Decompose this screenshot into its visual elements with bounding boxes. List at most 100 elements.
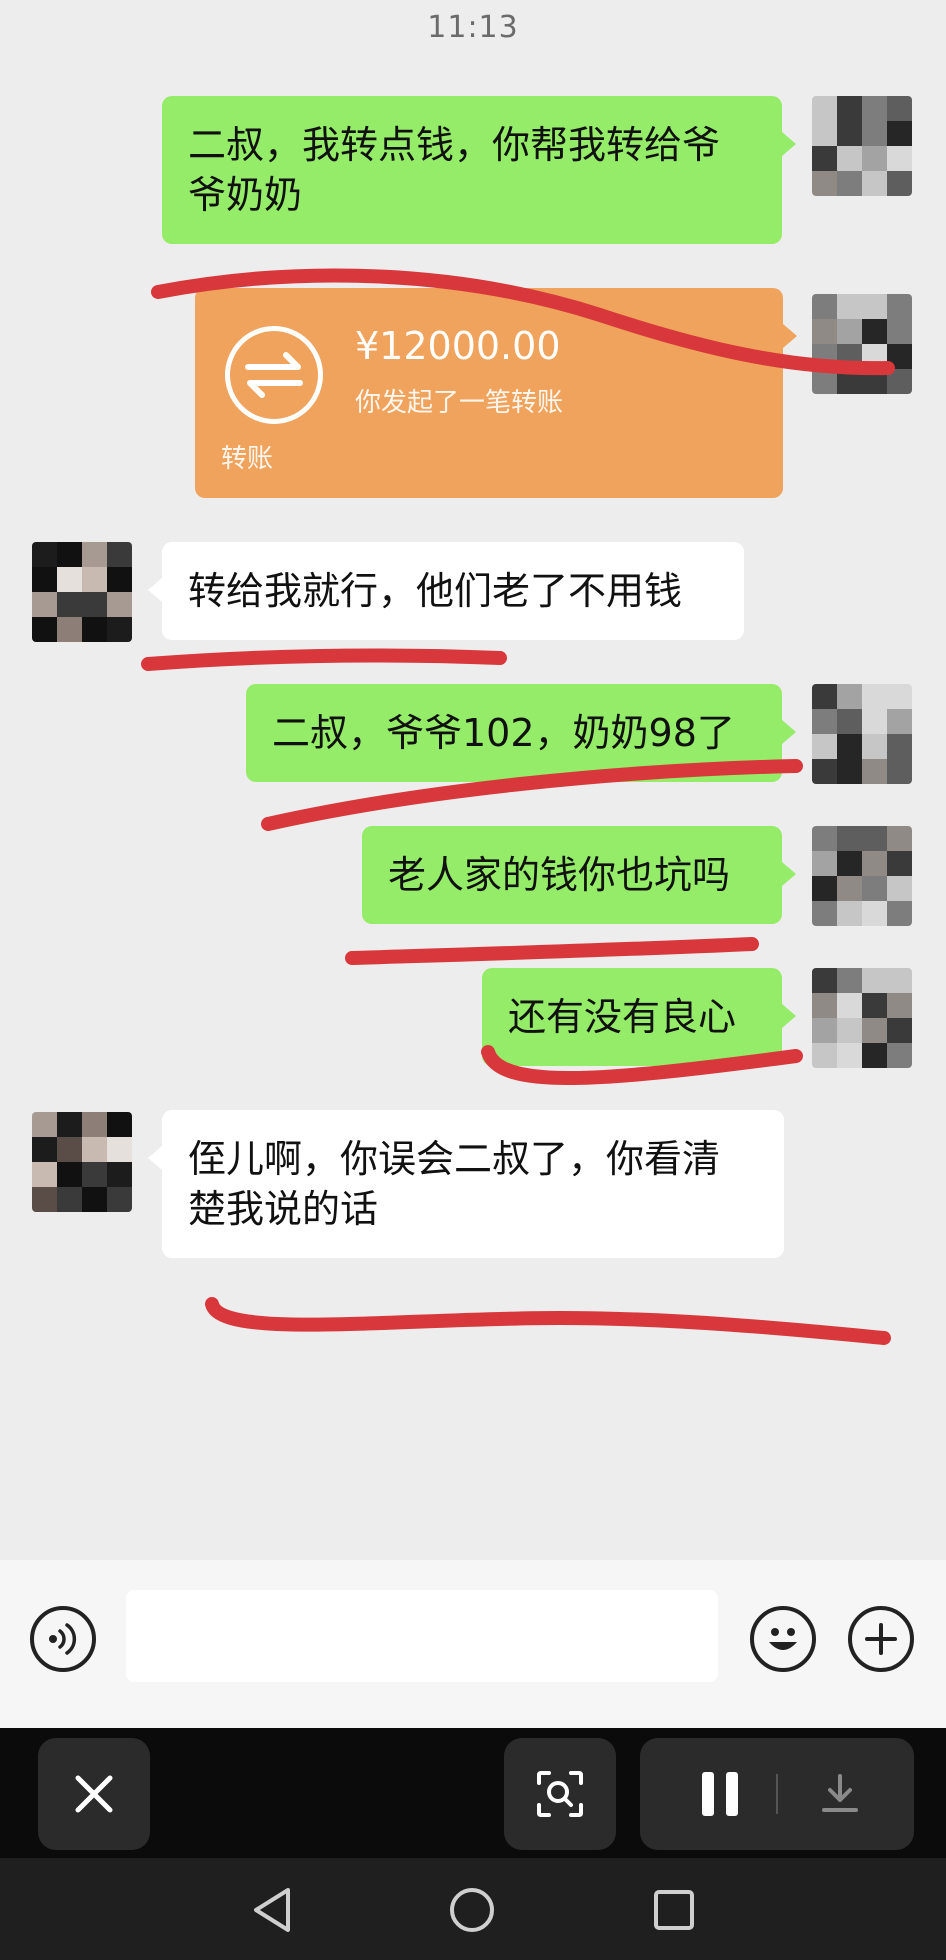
- avatar-pixel: [812, 684, 837, 709]
- avatar-pixel: [107, 1112, 132, 1137]
- transfer-card[interactable]: ¥12000.00 你发起了一笔转账 转账: [195, 288, 797, 498]
- message-text-line: 二叔，我转点钱，你帮我转给爷: [188, 123, 721, 167]
- avatar-pixel: [32, 567, 57, 592]
- toolbar-divider: [776, 1774, 778, 1814]
- message-bubble-sent[interactable]: 还有没有良心: [482, 968, 796, 1066]
- avatar-self[interactable]: [812, 294, 912, 394]
- message-text: 二叔，爷爷102，奶奶98了: [272, 711, 735, 755]
- avatar-pixel: [862, 344, 887, 369]
- avatar-pixel: [82, 592, 107, 617]
- close-button[interactable]: [38, 1738, 150, 1850]
- avatar-pixel: [82, 617, 107, 642]
- avatar-pixel: [862, 734, 887, 759]
- system-navigation-bar: [0, 1858, 946, 1960]
- avatar-pixel: [57, 1187, 82, 1212]
- message-bubble-received[interactable]: 转给我就行，他们老了不用钱: [148, 542, 744, 640]
- avatar-pixel: [887, 96, 912, 121]
- avatar-pixel: [837, 1018, 862, 1043]
- home-icon[interactable]: [448, 1886, 496, 1934]
- message-bubble-sent[interactable]: 二叔，爷爷102，奶奶98了: [246, 684, 796, 782]
- avatar-pixel: [862, 369, 887, 394]
- avatar-pixel: [837, 344, 862, 369]
- avatar-pixel: [57, 617, 82, 642]
- avatar-pixel: [812, 171, 837, 196]
- message-bubble-sent[interactable]: 老人家的钱你也坑吗: [362, 826, 796, 924]
- avatar-pixel: [887, 121, 912, 146]
- avatar-contact[interactable]: [32, 1112, 132, 1212]
- avatar-pixel: [837, 146, 862, 171]
- avatar-self[interactable]: [812, 96, 912, 196]
- avatar-pixel: [837, 369, 862, 394]
- avatar-pixel: [887, 344, 912, 369]
- avatar-pixel: [107, 617, 132, 642]
- message-bubble-received[interactable]: 侄儿啊，你误会二叔了，你看清 楚我说的话: [148, 1110, 784, 1258]
- avatar-pixel: [57, 567, 82, 592]
- message-text-line: 爷奶奶: [188, 173, 303, 217]
- avatar-pixel: [837, 901, 862, 926]
- download-icon: [822, 1774, 858, 1812]
- plus-icon[interactable]: [848, 1606, 914, 1672]
- avatar-pixel: [862, 1018, 887, 1043]
- avatar-self[interactable]: [812, 684, 912, 784]
- recording-toolbar: [0, 1728, 946, 1858]
- avatar-pixel: [862, 146, 887, 171]
- avatar-pixel: [57, 1112, 82, 1137]
- emoji-icon[interactable]: [750, 1606, 816, 1672]
- avatar-pixel: [862, 709, 887, 734]
- avatar-pixel: [812, 901, 837, 926]
- avatar-pixel: [812, 851, 837, 876]
- avatar-pixel: [57, 592, 82, 617]
- avatar-pixel: [812, 121, 837, 146]
- avatar-pixel: [862, 171, 887, 196]
- chat-input-bar: [0, 1560, 946, 1728]
- avatar-pixel: [887, 1018, 912, 1043]
- avatar-pixel: [812, 344, 837, 369]
- pause-icon: [702, 1772, 738, 1816]
- message-bubble-sent[interactable]: 二叔，我转点钱，你帮我转给爷 爷奶奶: [162, 96, 796, 244]
- transfer-label: 转账: [221, 444, 274, 474]
- voice-icon[interactable]: [30, 1606, 96, 1672]
- avatar-pixel: [837, 876, 862, 901]
- avatar-pixel: [862, 968, 887, 993]
- avatar-pixel: [32, 542, 57, 567]
- message-text: 转给我就行，他们老了不用钱: [188, 569, 683, 613]
- avatar-contact[interactable]: [32, 542, 132, 642]
- avatar-pixel: [837, 759, 862, 784]
- avatar-pixel: [837, 993, 862, 1018]
- chat-screen: 11:13 二叔，我转点钱，你帮我转给爷 爷奶奶 ¥12000.00 你发起了一…: [0, 0, 946, 1728]
- avatar-pixel: [57, 1137, 82, 1162]
- avatar-pixel: [812, 146, 837, 171]
- scan-button[interactable]: [504, 1738, 616, 1850]
- avatar-pixel: [812, 709, 837, 734]
- avatar-pixel: [862, 121, 887, 146]
- back-icon[interactable]: [250, 1886, 294, 1934]
- download-button[interactable]: [810, 1764, 870, 1824]
- avatar-pixel: [862, 759, 887, 784]
- avatar-pixel: [862, 901, 887, 926]
- avatar-pixel: [107, 1162, 132, 1187]
- avatar-pixel: [812, 369, 837, 394]
- avatar-pixel: [837, 319, 862, 344]
- avatar-pixel: [887, 826, 912, 851]
- avatar-pixel: [887, 734, 912, 759]
- message-input[interactable]: [126, 1590, 718, 1682]
- avatar-pixel: [82, 1162, 107, 1187]
- avatar-self[interactable]: [812, 826, 912, 926]
- avatar-pixel: [107, 567, 132, 592]
- avatar-pixel: [887, 968, 912, 993]
- avatar-pixel: [812, 319, 837, 344]
- avatar-pixel: [887, 993, 912, 1018]
- avatar-pixel: [812, 968, 837, 993]
- avatar-pixel: [812, 993, 837, 1018]
- avatar-pixel: [82, 542, 107, 567]
- avatar-pixel: [812, 826, 837, 851]
- avatar-pixel: [862, 851, 887, 876]
- transfer-description: 你发起了一笔转账: [355, 388, 564, 418]
- recents-icon[interactable]: [652, 1888, 696, 1932]
- avatar-pixel: [837, 826, 862, 851]
- avatar-pixel: [862, 684, 887, 709]
- avatar-self[interactable]: [812, 968, 912, 1068]
- avatar-pixel: [862, 993, 887, 1018]
- status-time: 11:13: [427, 10, 519, 45]
- pause-button[interactable]: [690, 1764, 750, 1824]
